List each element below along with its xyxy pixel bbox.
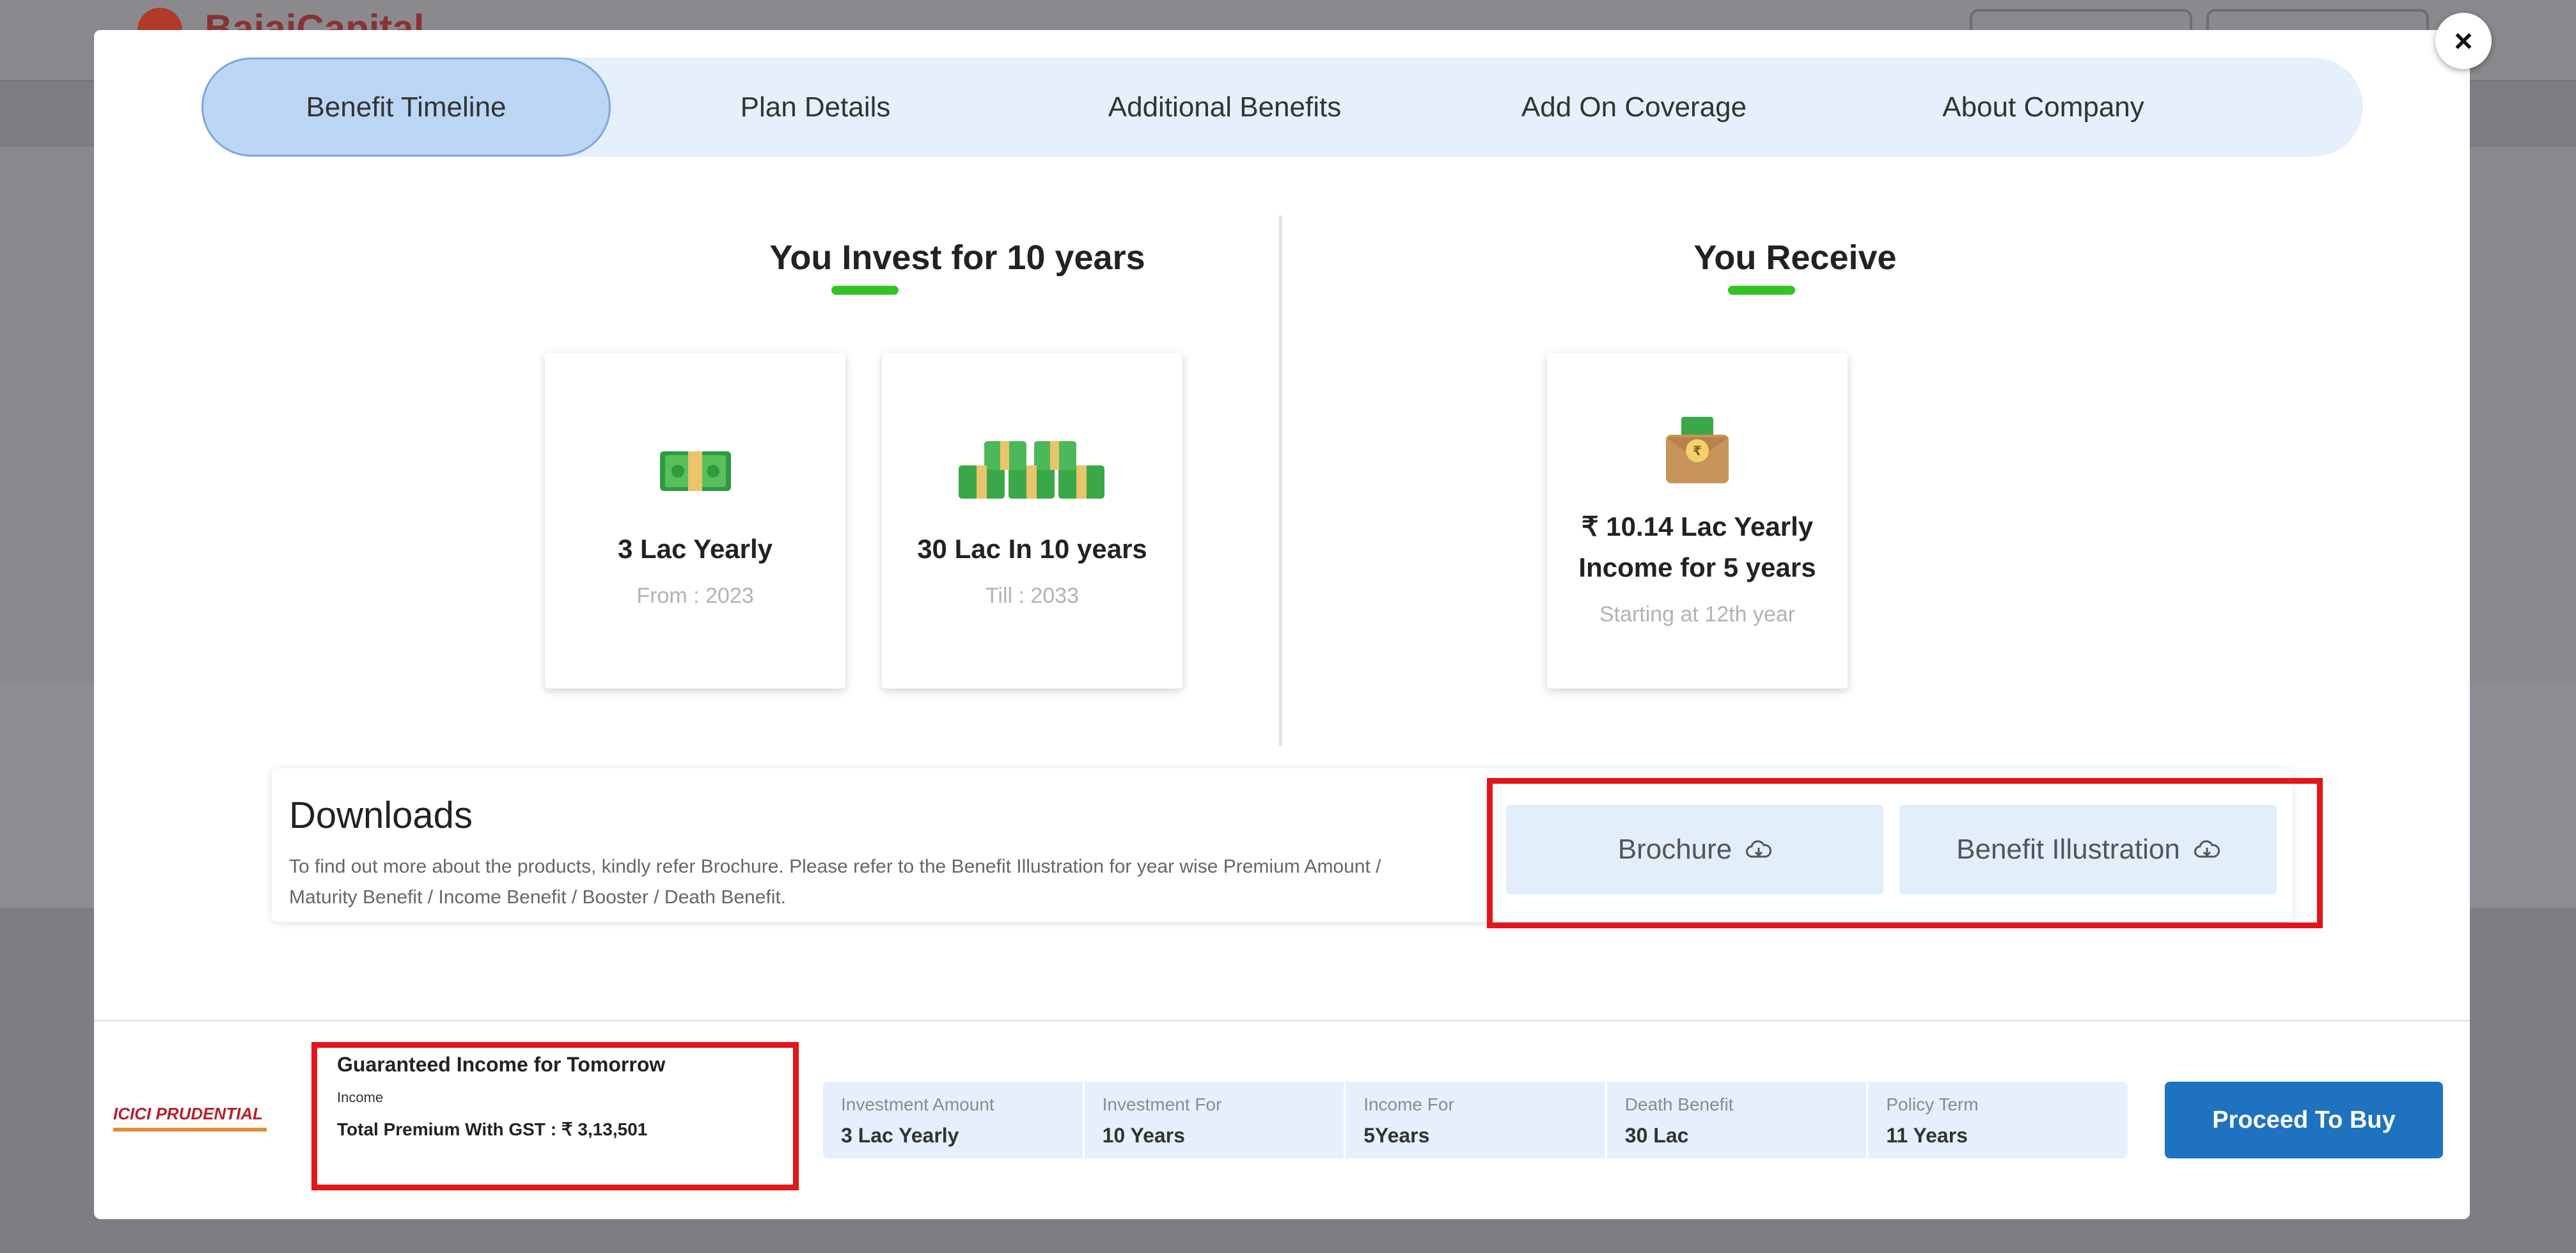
plan-modal: Benefit Timeline Plan Details Additional… — [94, 30, 2470, 1219]
stat-value: 30 Lac — [1624, 1124, 1689, 1147]
tab-bar: Benefit Timeline Plan Details Additional… — [201, 58, 2363, 157]
invest-end-year: Till : 2033 — [985, 584, 1080, 608]
receive-income-line1: ₹ 10.14 Lac Yearly — [1581, 511, 1814, 541]
invest-start-year: From : 2023 — [636, 584, 754, 608]
insurer-logo-text: ICICI PRUDENTIAL — [113, 1104, 263, 1123]
stat-income-for: Income For 5Years — [1346, 1082, 1607, 1158]
invest-card-yearly: 3 Lac Yearly From : 2023 — [545, 353, 845, 689]
stat-label: Death Benefit — [1624, 1094, 1734, 1114]
invest-yearly-amount: 3 Lac Yearly — [617, 534, 773, 564]
stat-label: Investment For — [1102, 1094, 1222, 1114]
tab-plan-details[interactable]: Plan Details — [611, 58, 1020, 157]
money-bundle-icon — [659, 446, 732, 497]
download-buttons-highlight — [1487, 778, 2323, 928]
receive-start-year: Starting at 12th year — [1599, 602, 1796, 626]
stat-label: Investment Amount — [841, 1094, 994, 1114]
downloads-title: Downloads — [289, 795, 473, 836]
stat-label: Income For — [1363, 1094, 1454, 1114]
tab-additional-benefits[interactable]: Additional Benefits — [1020, 58, 1429, 157]
receive-heading-underline — [1728, 286, 1795, 295]
money-envelope-icon: ₹ — [1662, 414, 1732, 487]
stat-value: 3 Lac Yearly — [841, 1124, 959, 1147]
insurer-logo-bar — [113, 1128, 267, 1132]
invest-heading: You Invest for 10 years — [769, 238, 1145, 277]
receive-income-line2: Income for 5 years — [1578, 552, 1816, 582]
plan-stats: Investment Amount 3 Lac Yearly Investmen… — [823, 1082, 2128, 1158]
stat-value: 10 Years — [1102, 1124, 1185, 1147]
invest-heading-underline — [831, 286, 899, 295]
stat-investment-for: Investment For 10 Years — [1085, 1082, 1346, 1158]
receive-heading: You Receive — [1693, 238, 1897, 277]
close-button[interactable]: × — [2435, 13, 2492, 69]
insurer-logo: ICICI PRUDENTIAL — [113, 1104, 267, 1132]
tab-benefit-timeline[interactable]: Benefit Timeline — [201, 58, 611, 157]
stat-value: 11 Years — [1886, 1124, 1968, 1147]
money-stack-icon — [959, 440, 1106, 499]
receive-income-title: ₹ 10.14 Lac Yearly Income for 5 years — [1578, 506, 1816, 588]
stat-value: 5Years — [1363, 1124, 1430, 1147]
proceed-to-buy-button[interactable]: Proceed To Buy — [2165, 1082, 2443, 1158]
invest-card-total: 30 Lac In 10 years Till : 2033 — [882, 353, 1182, 689]
stat-policy-term: Policy Term 11 Years — [1868, 1082, 2128, 1158]
footer-divider — [94, 1020, 2470, 1022]
stat-death-benefit: Death Benefit 30 Lac — [1607, 1082, 1869, 1158]
plan-summary-highlight — [311, 1042, 799, 1190]
svg-text:₹: ₹ — [1693, 443, 1702, 458]
column-divider — [1279, 215, 1282, 746]
invest-total-amount: 30 Lac In 10 years — [917, 534, 1147, 564]
stat-investment-amount: Investment Amount 3 Lac Yearly — [823, 1082, 1085, 1158]
stat-label: Policy Term — [1886, 1094, 1979, 1114]
receive-card-income: ₹ ₹ 10.14 Lac Yearly Income for 5 years … — [1547, 353, 1848, 689]
tab-about-company[interactable]: About Company — [1839, 58, 2248, 157]
tab-add-on-coverage[interactable]: Add On Coverage — [1429, 58, 1839, 157]
downloads-description: To find out more about the products, kin… — [289, 856, 1381, 908]
